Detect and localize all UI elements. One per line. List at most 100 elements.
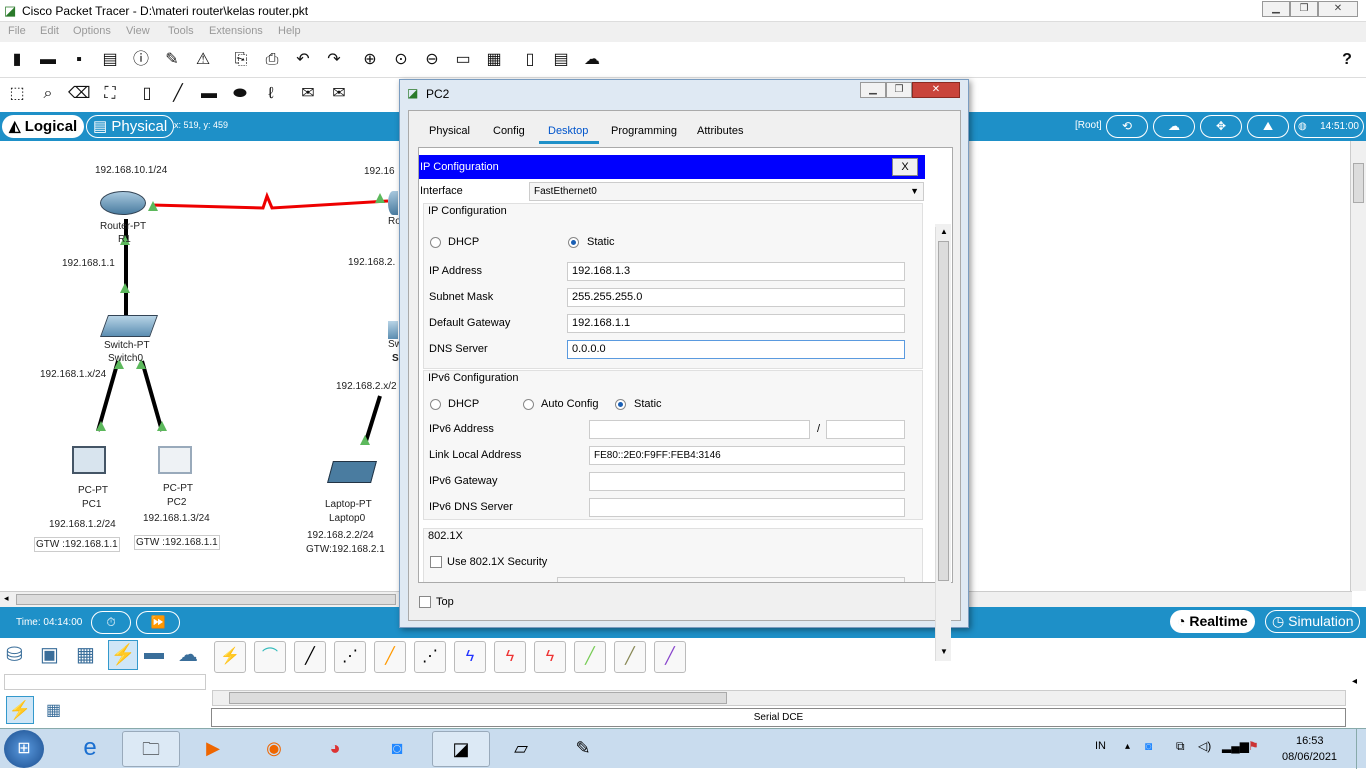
open-folder-icon[interactable]: ▬ — [37, 50, 59, 70]
auto-connection-small-icon[interactable]: ⚡ — [6, 696, 34, 724]
default-gateway-input[interactable]: 192.168.1.1 — [567, 314, 905, 333]
menu-tools[interactable]: Tools — [168, 25, 194, 37]
network-tray-icon[interactable]: ⧉ — [1176, 739, 1185, 754]
serial-dte-icon[interactable]: ϟ — [534, 641, 566, 673]
pc2-icon[interactable] — [158, 446, 192, 474]
menu-file[interactable]: File — [8, 25, 26, 37]
ip-address-input[interactable]: 192.168.1.3 — [567, 262, 905, 281]
minimize-button[interactable]: ▁ — [1262, 1, 1290, 17]
phone-cable-icon[interactable]: ⋰ — [414, 641, 446, 673]
scroll-down-icon[interactable]: ▼ — [940, 647, 948, 656]
workspace-vertical-scrollbar[interactable] — [1350, 141, 1366, 591]
action-center-icon[interactable]: ⚑ — [1248, 739, 1259, 753]
power-cycle-icon[interactable]: ⏱ — [91, 611, 131, 634]
menu-help[interactable]: Help — [278, 25, 301, 37]
inspect-icon[interactable]: ⌕ — [37, 84, 59, 104]
maximize-button[interactable]: ❐ — [1290, 1, 1318, 17]
multiuser-icon[interactable]: ☁ — [178, 642, 198, 667]
crossover-icon[interactable]: ⋰ — [334, 641, 366, 673]
dot1x-method-select[interactable] — [557, 577, 905, 582]
input-language[interactable]: IN — [1095, 740, 1106, 752]
content-scroll-thumb[interactable] — [938, 241, 949, 581]
wizard-icon[interactable]: ✎ — [161, 50, 183, 70]
ipv6-dhcp-radio[interactable] — [430, 399, 441, 410]
panel-scroll-left-icon[interactable]: ◂ — [1352, 676, 1357, 687]
ipv6-auto-config-radio[interactable] — [523, 399, 534, 410]
copy-icon[interactable]: ⎘ — [230, 50, 252, 70]
packet-tracer-task-icon[interactable]: ◪ — [432, 731, 490, 767]
subnet-mask-input[interactable]: 255.255.255.0 — [567, 288, 905, 307]
zoom-in-icon[interactable]: ⊕ — [359, 50, 381, 70]
connections-category-icon[interactable]: ⚡ — [108, 640, 138, 670]
realtime-tab[interactable]: ◔ Realtime — [1170, 610, 1255, 633]
menu-options[interactable]: Options — [73, 25, 111, 37]
scroll-up-icon[interactable]: ▲ — [940, 227, 948, 236]
ip-config-close-button[interactable]: X — [892, 158, 918, 176]
router-r1-icon[interactable] — [100, 191, 146, 215]
content-vertical-scrollbar[interactable]: ▲ ▼ — [935, 227, 951, 661]
start-button[interactable]: ⊞ — [4, 730, 44, 768]
print-icon[interactable]: ▤ — [99, 50, 121, 70]
console-cable-icon[interactable]: ⌒ — [254, 641, 286, 673]
ipv4-dhcp-radio[interactable] — [430, 237, 441, 248]
show-desktop-button[interactable] — [1356, 729, 1366, 769]
info-icon[interactable]: ⓘ — [130, 50, 152, 70]
ellipse-icon[interactable]: ⬬ — [229, 84, 251, 104]
straight-through-icon[interactable]: ╱ — [294, 641, 326, 673]
top-checkbox[interactable] — [419, 596, 431, 608]
save-icon[interactable]: ▪ — [68, 50, 90, 70]
dialog-maximize-button[interactable]: ❐ — [886, 82, 912, 98]
zoom-tray-icon[interactable]: ◙ — [1145, 739, 1152, 753]
menu-view[interactable]: View — [126, 25, 150, 37]
laptop0-icon[interactable] — [327, 461, 377, 483]
hscroll-thumb[interactable] — [16, 594, 396, 605]
ipv6-prefix-input[interactable] — [826, 420, 905, 439]
tab-desktop[interactable]: Desktop — [548, 125, 588, 137]
dialog-minimize-button[interactable]: ▁ — [860, 82, 886, 98]
ipv6-static-radio[interactable] — [615, 399, 626, 410]
iot-custom-cable-icon[interactable]: ╱ — [614, 641, 646, 673]
switch0-icon[interactable] — [99, 315, 159, 337]
vscroll-thumb[interactable] — [1353, 163, 1364, 203]
custom-devices-icon[interactable]: ▦ — [483, 50, 505, 70]
simple-pdu-icon[interactable]: ✉ — [297, 84, 319, 104]
ipv6-dns-input[interactable] — [589, 498, 905, 517]
switch1-icon[interactable] — [388, 321, 398, 339]
menu-extensions[interactable]: Extensions — [209, 25, 263, 37]
zoom-reset-icon[interactable]: ⊙ — [390, 50, 412, 70]
coaxial-icon[interactable]: ϟ — [454, 641, 486, 673]
auto-connection-icon[interactable]: ⚡ — [214, 641, 246, 673]
tab-physical[interactable]: Physical — [429, 125, 470, 137]
serial-dce-icon[interactable]: ϟ — [494, 641, 526, 673]
device-search-box[interactable] — [4, 674, 206, 690]
new-cluster-icon[interactable]: ☁ — [1153, 115, 1195, 138]
move-object-icon[interactable]: ✥ — [1200, 115, 1242, 138]
cloud-icon[interactable]: ☁ — [581, 50, 603, 70]
menu-edit[interactable]: Edit — [40, 25, 59, 37]
close-window-button[interactable]: ✕ — [1318, 1, 1358, 17]
scroll-left-icon[interactable]: ◂ — [4, 593, 9, 604]
network-devices-icon[interactable]: ⛁ — [6, 642, 23, 667]
grid-view-icon[interactable]: ▦ — [46, 700, 61, 720]
paint-icon[interactable]: ✎ — [554, 731, 612, 767]
components-icon[interactable]: ▦ — [76, 642, 95, 667]
back-icon[interactable]: ⟲ — [1106, 115, 1148, 138]
zoom-icon[interactable]: ◙ — [368, 731, 426, 767]
tray-expand-icon[interactable]: ▴ — [1125, 741, 1130, 752]
volume-icon[interactable]: ◁) — [1198, 739, 1211, 753]
note-icon[interactable]: ▯ — [136, 84, 158, 104]
activity-wizard-icon[interactable]: ⚠ — [192, 50, 214, 70]
router-r2-icon[interactable] — [388, 191, 398, 215]
complex-pdu-icon[interactable]: ✉ — [328, 84, 350, 104]
misc-icon[interactable]: ▬ — [144, 642, 164, 665]
usb-cable-icon[interactable]: ╱ — [654, 641, 686, 673]
device-list-scrollbar[interactable] — [212, 690, 1346, 706]
pc1-icon[interactable] — [72, 446, 106, 474]
tab-programming[interactable]: Programming — [611, 125, 677, 137]
ipv6-gateway-input[interactable] — [589, 472, 905, 491]
explorer-icon[interactable]: 🗀 — [122, 731, 180, 767]
notepad-icon[interactable]: ▱ — [492, 731, 550, 767]
use-8021x-checkbox[interactable] — [430, 556, 442, 568]
dns-server-input[interactable]: 0.0.0.0 — [567, 340, 905, 359]
freeform-icon[interactable]: ℓ — [260, 84, 282, 104]
